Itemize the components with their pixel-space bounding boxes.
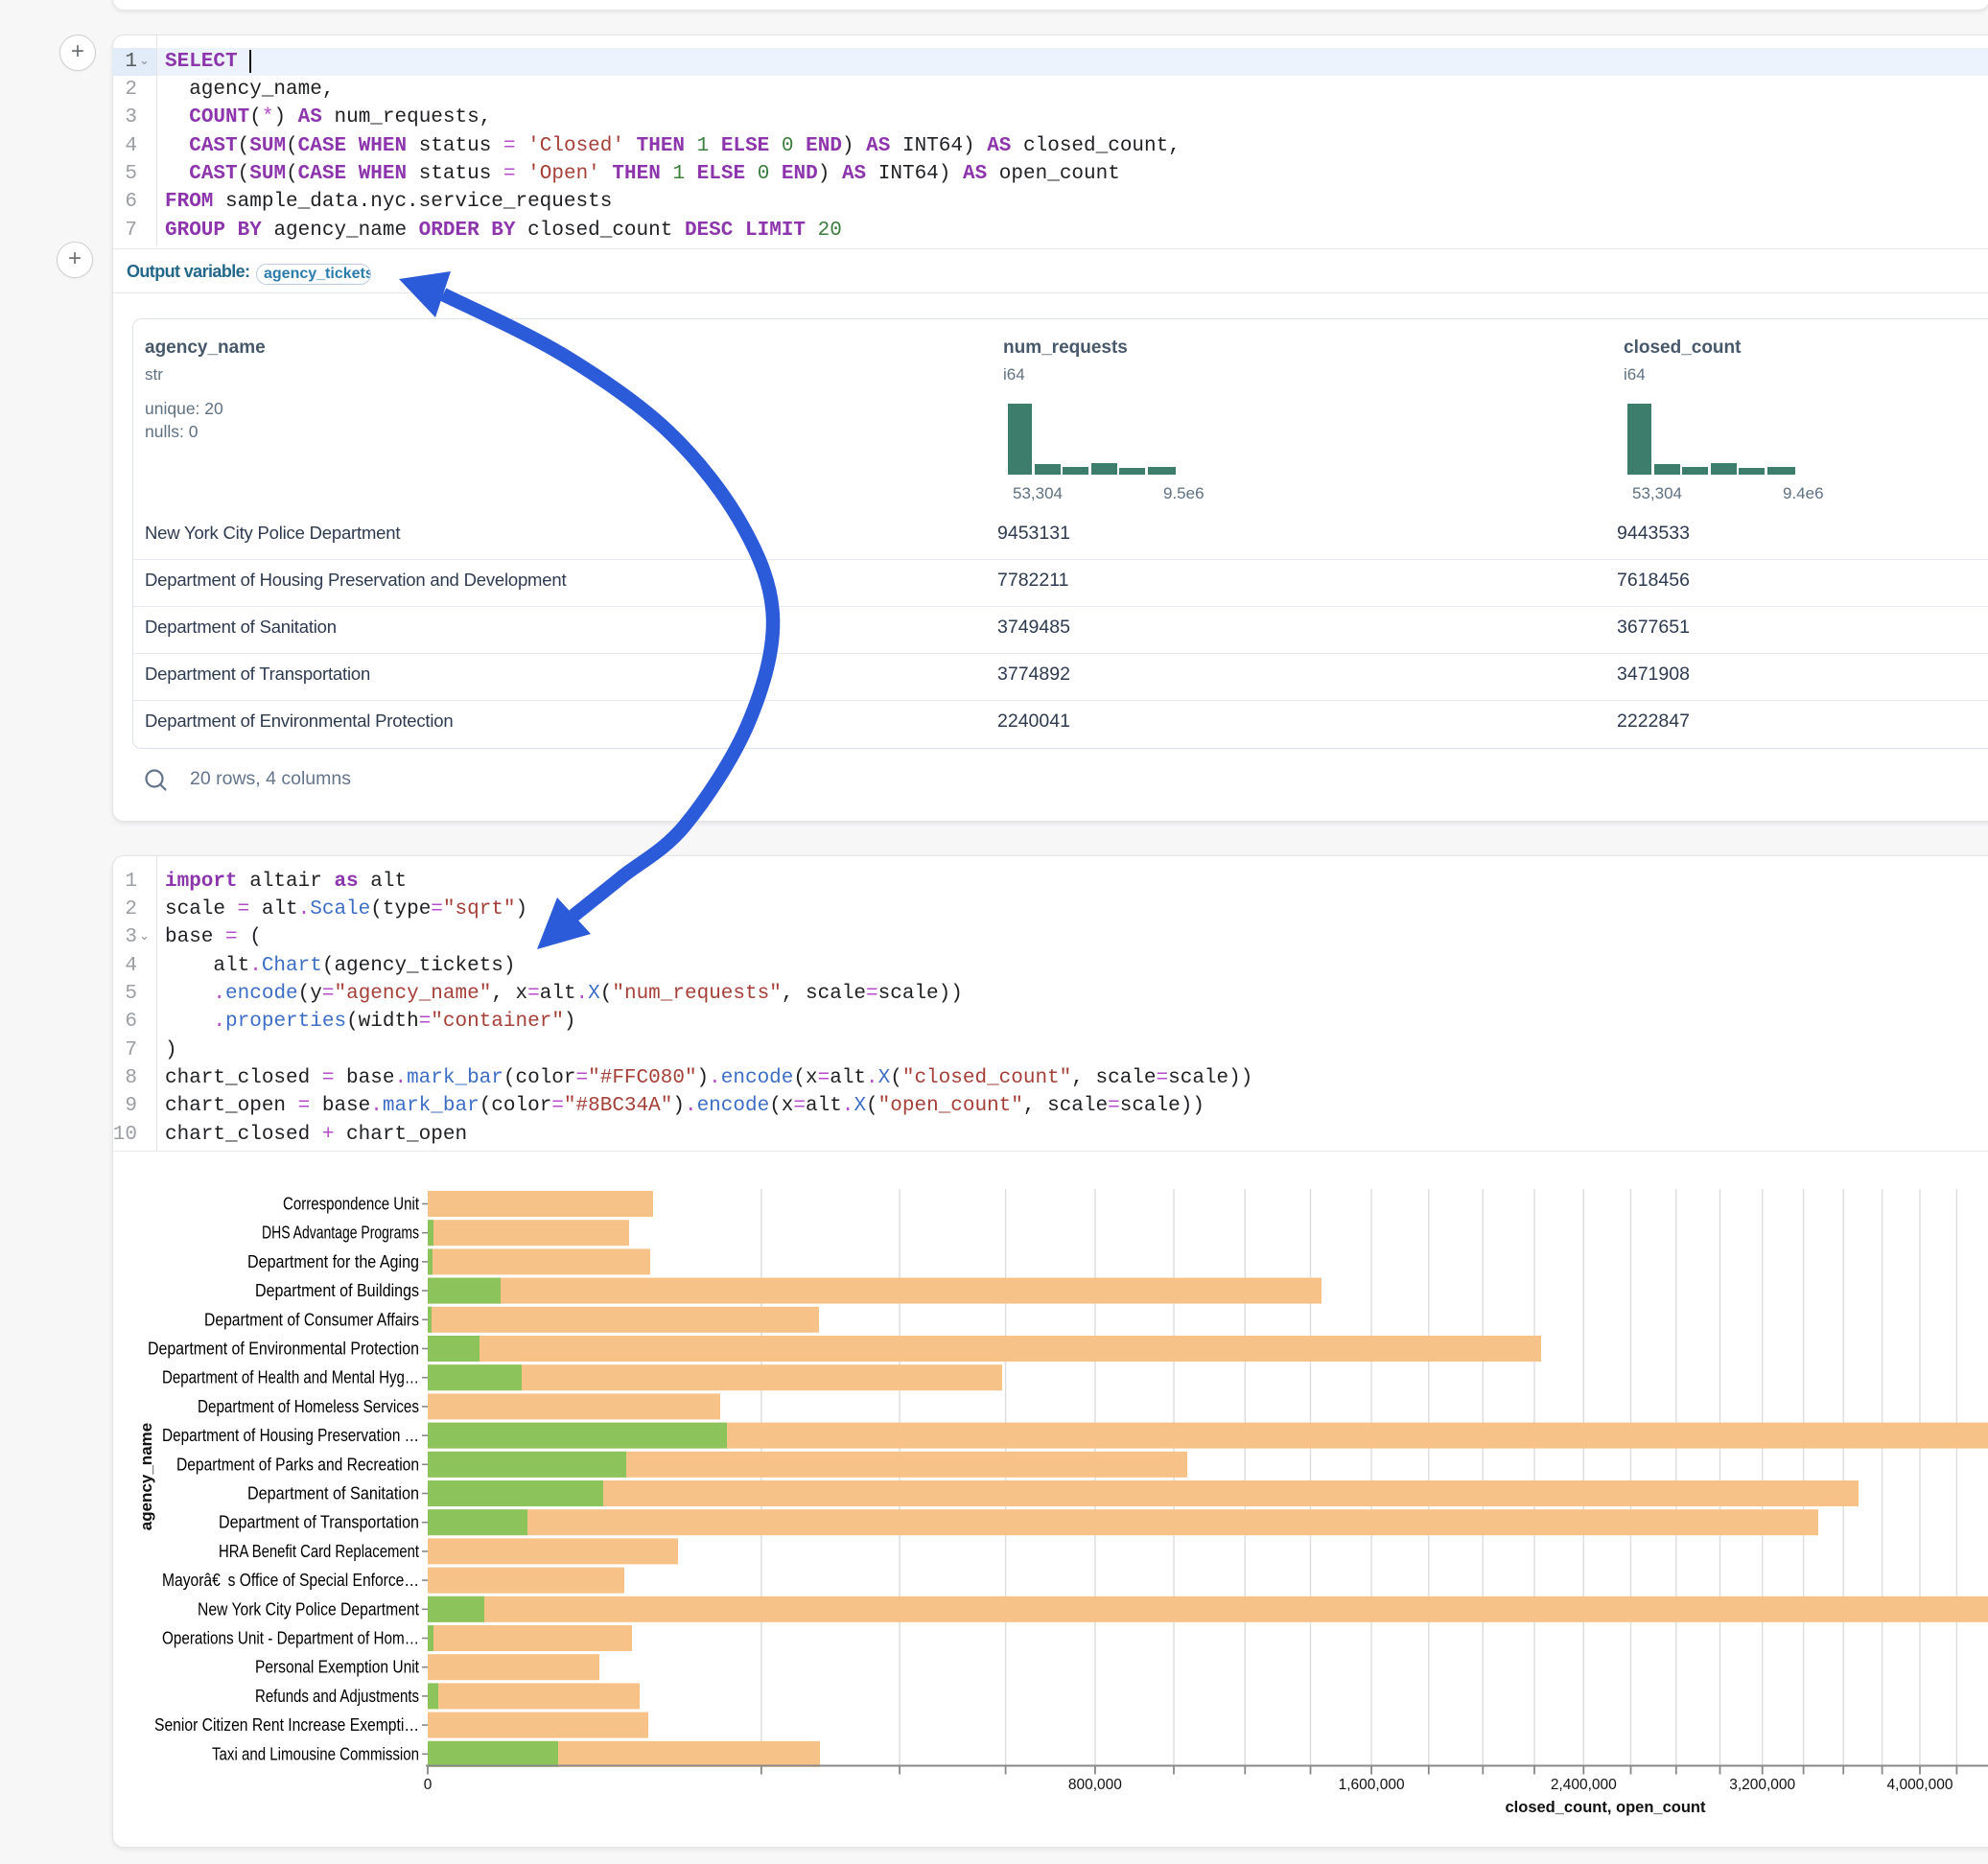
svg-text:2,400,000: 2,400,000 xyxy=(1551,1777,1617,1793)
svg-text:Taxi and Limousine Commission: Taxi and Limousine Commission xyxy=(212,1744,419,1763)
svg-text:4,000,000: 4,000,000 xyxy=(1887,1777,1953,1793)
svg-text:Department of Housing Preserva: Department of Housing Preservation … xyxy=(162,1426,419,1445)
svg-text:Mayorâ€ s Office of Special En: Mayorâ€ s Office of Special Enforce… xyxy=(162,1571,419,1590)
svg-text:agency_name: agency_name xyxy=(137,1423,155,1530)
svg-text:HRA Benefit Card Replacement: HRA Benefit Card Replacement xyxy=(219,1542,419,1561)
svg-text:1,600,000: 1,600,000 xyxy=(1339,1777,1405,1793)
svg-text:Department of Consumer Affairs: Department of Consumer Affairs xyxy=(204,1310,419,1329)
svg-text:Refunds and Adjustments: Refunds and Adjustments xyxy=(255,1687,419,1706)
svg-text:Department of Parks and Recrea: Department of Parks and Recreation xyxy=(176,1455,419,1474)
svg-text:Personal Exemption Unit: Personal Exemption Unit xyxy=(255,1658,419,1677)
svg-text:Department for the Aging: Department for the Aging xyxy=(247,1252,419,1271)
svg-text:0: 0 xyxy=(424,1777,433,1793)
svg-text:New York City Police Departmen: New York City Police Department xyxy=(198,1599,419,1619)
svg-text:Department of Health and Menta: Department of Health and Mental Hyg… xyxy=(162,1368,419,1387)
svg-text:Department of Buildings: Department of Buildings xyxy=(255,1281,419,1300)
svg-text:Department of Homeless Service: Department of Homeless Services xyxy=(198,1397,419,1416)
svg-text:Department of Environmental Pr: Department of Environmental Protection xyxy=(148,1340,419,1359)
svg-text:Correspondence Unit: Correspondence Unit xyxy=(283,1195,419,1214)
svg-text:800,000: 800,000 xyxy=(1068,1777,1122,1793)
svg-text:Operations Unit - Department o: Operations Unit - Department of Hom… xyxy=(162,1629,419,1648)
svg-text:closed_count, open_count: closed_count, open_count xyxy=(1505,1799,1706,1816)
svg-text:Department of Transportation: Department of Transportation xyxy=(219,1513,419,1532)
svg-text:DHS Advantage Programs: DHS Advantage Programs xyxy=(262,1223,419,1243)
svg-text:Department of Sanitation: Department of Sanitation xyxy=(247,1484,419,1503)
svg-text:3,200,000: 3,200,000 xyxy=(1729,1777,1795,1793)
svg-text:Senior Citizen Rent Increase E: Senior Citizen Rent Increase Exempti… xyxy=(154,1715,419,1735)
